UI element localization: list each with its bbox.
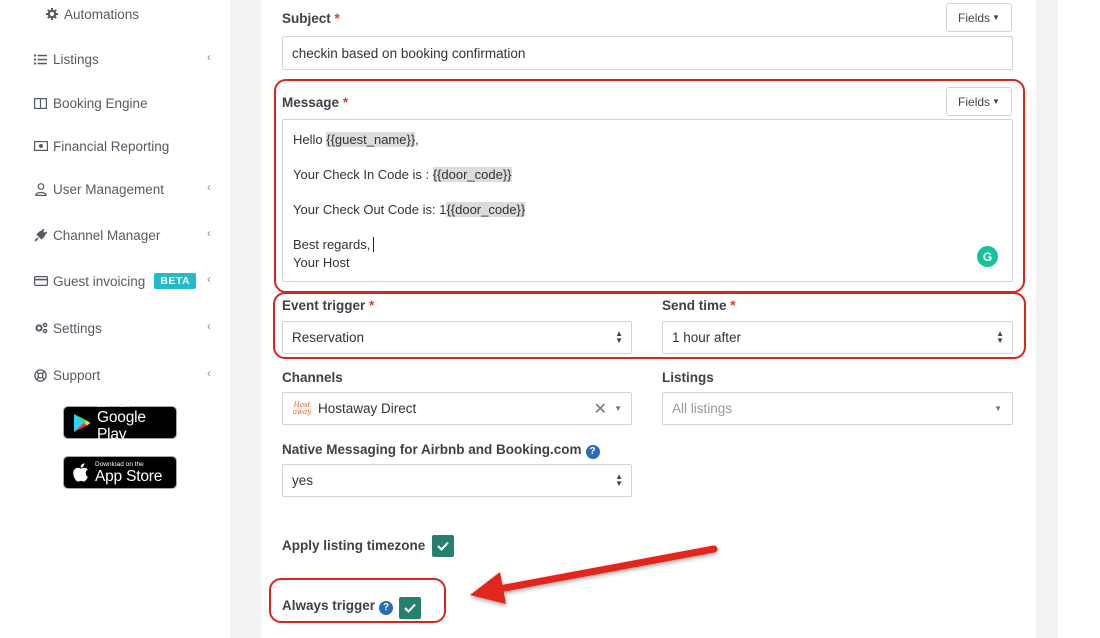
annotation-arrow	[470, 545, 718, 604]
